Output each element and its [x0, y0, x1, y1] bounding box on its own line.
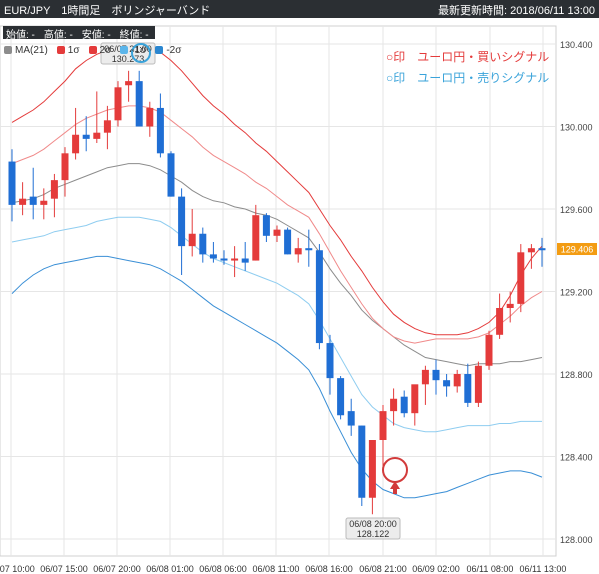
- indicator-legend: MA(21) 1σ 2σ -1σ -2σ: [4, 45, 190, 56]
- candle-body: [496, 308, 504, 335]
- candle-body: [19, 198, 27, 205]
- legend-swatch: [88, 46, 97, 54]
- candle-body: [252, 215, 260, 261]
- x-tick-label: 06/11 08:00: [467, 564, 514, 574]
- candle-body: [220, 258, 228, 261]
- candle-body: [29, 196, 37, 205]
- candle-body: [262, 215, 270, 236]
- x-tick-label: 06/11 13:00: [520, 564, 567, 574]
- y-tick-label: 128.000: [560, 535, 593, 545]
- candle-body: [464, 374, 472, 403]
- candle-body: [50, 180, 58, 199]
- candle-body: [421, 369, 429, 385]
- chart-header-bar: EUR/JPY 1時間足 ボリンジャーバンド 最新更新時間: 2018/06/1…: [0, 0, 599, 18]
- candle-body: [527, 248, 535, 253]
- candle-body: [209, 254, 217, 259]
- legend-item-minus2sigma[interactable]: -2σ: [155, 45, 181, 56]
- candle-body: [358, 425, 366, 498]
- legend-swatch: [120, 46, 129, 54]
- y-tick-label: 128.400: [560, 453, 593, 463]
- legend-item-plus2sigma[interactable]: 2σ: [88, 45, 111, 56]
- candlestick-chart[interactable]: 130.400 130.000 129.600 129.200 128.800 128.4…: [0, 18, 599, 574]
- candle-body: [305, 248, 313, 251]
- chart-title: EUR/JPY 1時間足 ボリンジャーバンド: [4, 5, 211, 17]
- candle-body: [72, 134, 80, 154]
- candle-body: [517, 252, 525, 304]
- high-value: 高値: -: [43, 30, 73, 39]
- y-tick-label: 130.400: [560, 40, 593, 50]
- ohlc-readout: 始値: - 高値: - 安値: - 終値: -: [3, 26, 155, 39]
- legend-item-ma21[interactable]: MA(21): [4, 45, 48, 56]
- candle-body: [156, 107, 164, 154]
- candle-body: [368, 440, 376, 498]
- candle-body: [61, 153, 69, 181]
- candle-body: [485, 334, 493, 366]
- candle-body: [284, 229, 292, 255]
- candle-body: [135, 81, 143, 127]
- x-tick-label: 06/08 16:00: [305, 564, 353, 574]
- tooltip-bottom-date: 06/08 20:00: [349, 519, 397, 529]
- candle-body: [379, 411, 387, 440]
- x-tick-label: 06/08 21:00: [359, 564, 407, 574]
- candle-body: [93, 132, 101, 139]
- candle-body: [538, 248, 546, 251]
- tooltip-bottom-value: 128.122: [357, 529, 390, 539]
- last-price-label: 129.406: [561, 245, 594, 255]
- candle-body: [326, 343, 334, 379]
- x-tick-label: 06/07 10:00: [0, 564, 35, 574]
- open-value: 始値: -: [6, 30, 35, 39]
- legend-swatch: [56, 46, 65, 54]
- legend-swatch: [4, 46, 12, 54]
- legend-item-plus1sigma[interactable]: 1σ: [56, 45, 80, 56]
- candle-body: [167, 153, 175, 197]
- candle-body: [40, 200, 48, 205]
- last-updated-time: 最新更新時間: 2018/06/11 13:00: [438, 5, 595, 17]
- candle-body: [103, 120, 111, 133]
- candle-body: [390, 398, 398, 412]
- x-tick-label: 06/09 02:00: [412, 564, 460, 574]
- candle-body: [241, 258, 249, 263]
- candle-body: [125, 81, 133, 86]
- x-tick-label: 06/08 06:00: [199, 564, 247, 574]
- candle-body: [443, 380, 451, 387]
- x-tick-label: 06/07 15:00: [40, 564, 88, 574]
- legend-item-minus1sigma[interactable]: -1σ: [120, 45, 146, 56]
- candle-body: [411, 384, 419, 414]
- candle-body: [453, 374, 461, 387]
- candle-body: [347, 411, 355, 426]
- legend-swatch: [155, 46, 164, 54]
- close-value: 終値: -: [119, 30, 149, 39]
- candle-body: [178, 196, 186, 247]
- candle-body: [146, 107, 154, 127]
- y-tick-label: 130.000: [560, 123, 593, 133]
- candle-body: [188, 233, 196, 247]
- candle-body: [506, 303, 514, 308]
- candle-body: [82, 134, 90, 139]
- x-tick-label: 06/07 20:00: [93, 564, 141, 574]
- buy-signal-note: ○印 ユーロ円・買いシグナル: [386, 50, 550, 64]
- candle-body: [8, 161, 16, 205]
- y-tick-label: 129.200: [560, 288, 593, 298]
- y-tick-label: 128.800: [560, 370, 593, 380]
- candle-body: [337, 378, 345, 416]
- candle-body: [273, 229, 281, 236]
- candle-body: [199, 233, 207, 255]
- candle-body: [114, 87, 122, 121]
- sell-signal-note: ○印 ユーロ円・売りシグナル: [386, 71, 550, 85]
- candle-body: [400, 396, 408, 414]
- candle-body: [231, 258, 239, 261]
- candle-body: [315, 250, 323, 344]
- y-tick-label: 129.600: [560, 205, 593, 215]
- low-value: 安値: -: [81, 30, 111, 39]
- candle-body: [432, 369, 440, 381]
- candle-body: [474, 365, 482, 403]
- x-tick-label: 06/08 11:00: [253, 564, 300, 574]
- candle-body: [294, 248, 302, 255]
- x-tick-label: 06/08 01:00: [146, 564, 194, 574]
